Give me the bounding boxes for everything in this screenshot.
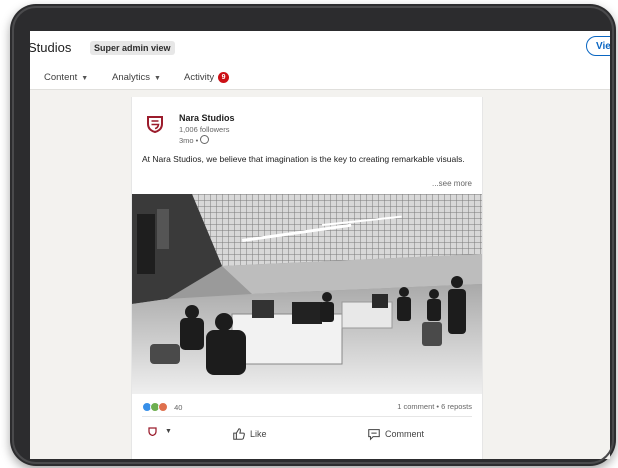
nara-studios-logo-icon[interactable] [146,115,164,133]
tab-analytics-label: Analytics [112,72,151,83]
chevron-down-icon: ▼ [81,75,89,82]
post-body-text: At Nara Studios, we believe that imagina… [142,154,465,164]
love-reaction-icon [158,402,168,412]
tab-activity-label: Activity [184,72,215,83]
tab-content-label: Content [44,72,78,83]
post-timestamp: 3mo • [179,135,210,145]
page-title: Studios [30,40,72,55]
chevron-down-icon: ▼ [154,75,161,82]
author-name[interactable]: Nara Studios [179,113,235,123]
post-time-label: 3mo • [179,136,199,145]
like-label: Like [250,429,267,439]
admin-view-badge: Super admin view [90,41,175,55]
chevron-down-icon: ▼ [165,428,172,435]
notification-count-badge: 9 [218,72,230,83]
engagement-counts[interactable]: 1 comment • 6 reposts [397,402,472,411]
view-as-member-button[interactable]: Vie [586,36,610,56]
follower-count: 1,006 followers [179,125,230,134]
tab-content[interactable]: Content ▼ [44,72,88,83]
thumbs-up-icon [233,428,245,440]
post-image[interactable] [132,194,482,394]
reaction-count: 40 [174,403,183,412]
app-screen: Studios Super admin view Vie Content ▼ An… [30,31,610,459]
comment-button[interactable]: Comment [367,427,424,441]
tab-analytics[interactable]: Analytics ▼ [112,72,161,83]
page-header: Studios Super admin view Vie Content ▼ An… [30,31,610,90]
like-button[interactable]: Like [232,427,267,441]
comment-label: Comment [385,429,425,439]
office-photo [132,194,482,394]
tab-activity[interactable]: Activity 9 [184,72,230,83]
comment-icon [368,429,380,441]
nara-studios-logo-icon [148,427,157,436]
divider [142,416,472,417]
reaction-summary[interactable]: 40 [142,402,182,412]
post-card: Nara Studios 1,006 followers 3mo • At Na… [131,97,483,459]
see-more-link[interactable]: ...see more [432,179,472,188]
tablet-frame: Studios Super admin view Vie Content ▼ An… [10,4,616,466]
globe-icon [200,135,210,144]
actor-switcher[interactable]: ▼ [148,427,172,436]
